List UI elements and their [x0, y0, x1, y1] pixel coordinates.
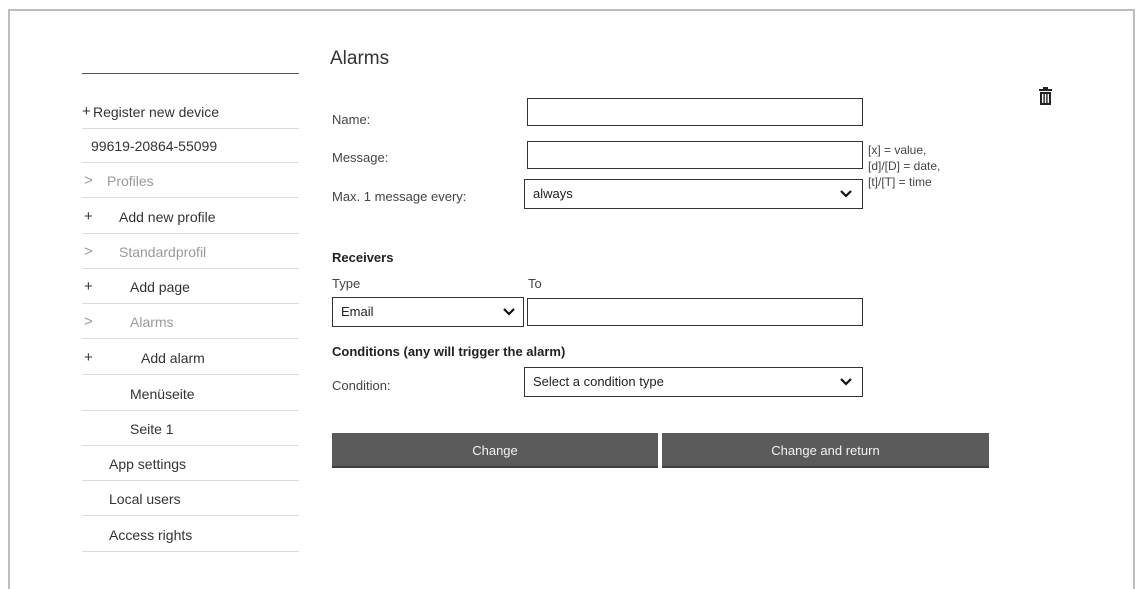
chevron-right-icon: >: [84, 243, 93, 260]
message-input[interactable]: [527, 141, 863, 169]
max-message-select[interactable]: always: [524, 179, 863, 209]
hint-line: [t]/[T] = time: [868, 175, 932, 189]
sidebar-item-label: Local users: [109, 491, 181, 507]
sidebar-item-app-settings[interactable]: App settings: [82, 447, 299, 481]
sidebar-item-label: Profiles: [107, 173, 154, 189]
page-title: Alarms: [330, 48, 390, 69]
chevron-down-icon: [840, 190, 852, 198]
trash-icon[interactable]: [1038, 87, 1053, 105]
device-id-label: 99619-20864-55099: [91, 138, 218, 154]
plus-icon: +: [84, 208, 93, 225]
sidebar-item-add-alarm[interactable]: + Add alarm: [82, 341, 299, 375]
chevron-down-icon: [503, 308, 515, 316]
name-input[interactable]: [527, 98, 863, 126]
chevron-right-icon: >: [84, 313, 93, 330]
sidebar-item-label: Add new profile: [119, 209, 216, 225]
sidebar-item-label: Alarms: [130, 314, 174, 330]
hint-line: [d]/[D] = date,: [868, 159, 941, 173]
sidebar-item-label: App settings: [109, 456, 187, 472]
sidebar-item-add-page[interactable]: + Add page: [82, 270, 299, 304]
condition-type-select[interactable]: Select a condition type: [524, 367, 863, 397]
sidebar-item-device[interactable]: 99619-20864-55099: [82, 129, 299, 163]
receiver-type-select[interactable]: Email: [332, 297, 524, 327]
sidebar-item-label: Add alarm: [141, 350, 205, 366]
sidebar-item-label: Access rights: [109, 527, 193, 543]
placeholder-hint: [x] = value, [d]/[D] = date, [t]/[T] = t…: [868, 142, 940, 190]
max-message-label: Max. 1 message every:: [332, 189, 467, 204]
sidebar-item-alarms[interactable]: > Alarms: [82, 305, 299, 339]
chevron-down-icon: [840, 378, 852, 386]
conditions-heading: Conditions (any will trigger the alarm): [332, 344, 566, 359]
sidebar-item-standardprofil[interactable]: > Standardprofil: [82, 235, 299, 269]
plus-icon: +: [82, 103, 91, 120]
sidebar-item-add-profile[interactable]: + Add new profile: [82, 200, 299, 234]
select-value: Select a condition type: [533, 374, 664, 389]
hint-line: [x] = value,: [868, 143, 927, 157]
receiver-to-input[interactable]: [527, 298, 863, 326]
change-and-return-button[interactable]: Change and return: [662, 433, 989, 468]
sidebar-item-page-1[interactable]: Seite 1: [82, 412, 299, 446]
plus-icon: +: [84, 278, 93, 295]
sidebar-item-label: Seite 1: [130, 421, 174, 437]
sidebar-item-profiles[interactable]: > Profiles: [82, 164, 299, 198]
sidebar-item-menu-page[interactable]: Menüseite: [82, 377, 299, 411]
sidebar-item-label: Menüseite: [130, 386, 195, 402]
sidebar-divider: [82, 73, 299, 74]
select-value: always: [533, 186, 573, 201]
sidebar-item-label: Add page: [130, 279, 190, 295]
sidebar-item-access-rights[interactable]: Access rights: [82, 518, 299, 552]
sidebar-item-register-device[interactable]: + Register new device: [82, 95, 299, 129]
sidebar-item-label: Standardprofil: [119, 244, 207, 260]
sidebar-item-label: Register new device: [93, 104, 220, 120]
sidebar-item-local-users[interactable]: Local users: [82, 482, 299, 516]
type-column-header: Type: [332, 276, 361, 291]
plus-icon: +: [84, 349, 93, 366]
name-label: Name:: [332, 112, 371, 127]
to-column-header: To: [528, 276, 542, 291]
receivers-heading: Receivers: [332, 250, 394, 265]
message-label: Message:: [332, 150, 389, 165]
chevron-right-icon: >: [84, 172, 93, 189]
condition-label: Condition:: [332, 378, 391, 393]
select-value: Email: [341, 304, 374, 319]
change-button[interactable]: Change: [332, 433, 658, 468]
